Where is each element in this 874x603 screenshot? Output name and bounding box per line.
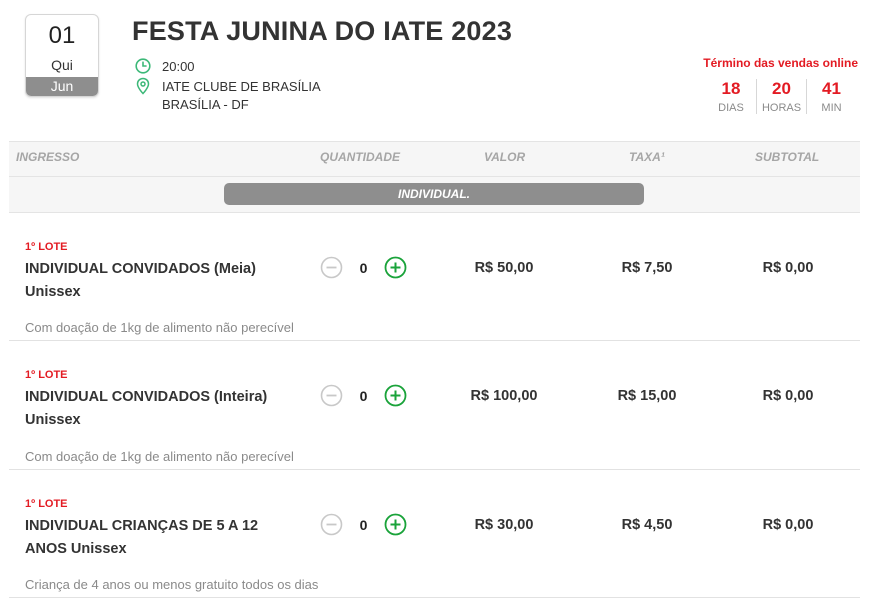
- event-city: BRASÍLIA - DF: [162, 97, 249, 112]
- countdown-hours-label: HORAS: [761, 102, 802, 114]
- ticket-note: Com doação de 1kg de alimento não perecí…: [25, 320, 294, 335]
- ticket-subtotal: R$ 0,00: [762, 517, 814, 533]
- countdown-days-label: DIAS: [718, 102, 744, 114]
- ticket-valor: R$ 100,00: [470, 388, 538, 404]
- countdown-minutes: 41 MIN: [806, 79, 856, 114]
- minus-circle-icon[interactable]: [320, 256, 343, 279]
- header-taxa: TAXA¹: [629, 150, 665, 164]
- countdown-minutes-value: 41: [822, 79, 841, 98]
- event-month: Jun: [26, 77, 98, 96]
- ticket-group-row: INDIVIDUAL.: [9, 177, 860, 213]
- ticket-row: 1º LOTE INDIVIDUAL CRIANÇAS DE 5 A 12 AN…: [9, 470, 860, 598]
- minus-circle-icon[interactable]: [320, 513, 343, 536]
- ticket-taxa: R$ 4,50: [621, 517, 673, 533]
- countdown-days: 18 DIAS: [706, 79, 756, 114]
- sales-end-label: Término das vendas online: [703, 56, 858, 70]
- ticket-valor: R$ 30,00: [474, 517, 534, 533]
- ticket-lote: 1º LOTE: [25, 498, 68, 510]
- plus-circle-icon[interactable]: [384, 513, 407, 536]
- ticket-lote: 1º LOTE: [25, 369, 68, 381]
- map-pin-icon: [134, 77, 152, 95]
- ticket-name: INDIVIDUAL CONVIDADOS (Meia) Unissex: [25, 261, 256, 300]
- header-valor: VALOR: [484, 150, 526, 164]
- quantity-stepper: 0: [320, 384, 407, 407]
- ticket-valor: R$ 50,00: [474, 260, 534, 276]
- event-time: 20:00: [162, 58, 195, 74]
- quantity-stepper: 0: [320, 513, 407, 536]
- event-title: FESTA JUNINA DO IATE 2023: [132, 16, 513, 46]
- event-day: 01: [48, 22, 76, 49]
- ticket-name: INDIVIDUAL CONVIDADOS (Inteira) Unissex: [25, 389, 268, 428]
- ticket-note: Com doação de 1kg de alimento não perecí…: [25, 449, 294, 464]
- ticket-subtotal: R$ 0,00: [762, 260, 814, 276]
- quantity-value: 0: [359, 259, 368, 276]
- countdown-days-value: 18: [721, 79, 741, 98]
- ticket-table-header: INGRESSO QUANTIDADE VALOR TAXA¹ SUBTOTAL: [9, 141, 860, 177]
- plus-circle-icon[interactable]: [384, 384, 407, 407]
- ticket-taxa: R$ 15,00: [617, 388, 677, 404]
- event-venue-row: IATE CLUBE DE BRASÍLIA: [134, 77, 321, 95]
- ticket-row: 1º LOTE INDIVIDUAL CONVIDADOS (Inteira) …: [9, 341, 860, 470]
- clock-icon: [134, 57, 152, 75]
- quantity-value: 0: [359, 516, 368, 533]
- ticket-group-label: INDIVIDUAL.: [224, 183, 644, 205]
- event-date-badge: 01 Qui Jun: [25, 14, 99, 97]
- ticket-taxa: R$ 7,50: [621, 260, 673, 276]
- ticket-lote: 1º LOTE: [25, 241, 68, 253]
- header-quantidade: QUANTIDADE: [320, 150, 400, 164]
- ticket-subtotal: R$ 0,00: [762, 388, 814, 404]
- event-weekday: Qui: [51, 57, 73, 73]
- ticket-note: Criança de 4 anos ou menos gratuito todo…: [25, 577, 319, 592]
- minus-circle-icon[interactable]: [320, 384, 343, 407]
- plus-circle-icon[interactable]: [384, 256, 407, 279]
- countdown-hours: 20 HORAS: [756, 79, 806, 114]
- ticket-name: INDIVIDUAL CRIANÇAS DE 5 A 12 ANOS Uniss…: [25, 518, 259, 557]
- quantity-value: 0: [359, 387, 368, 404]
- event-time-row: 20:00: [134, 57, 195, 75]
- countdown-minutes-label: MIN: [821, 102, 842, 114]
- event-venue: IATE CLUBE DE BRASÍLIA: [162, 78, 321, 94]
- countdown-hours-value: 20: [772, 79, 791, 98]
- ticket-row: 1º LOTE INDIVIDUAL CONVIDADOS (Meia) Uni…: [9, 213, 860, 341]
- header-ingresso: INGRESSO: [16, 150, 80, 164]
- header-subtotal: SUBTOTAL: [755, 150, 820, 164]
- sales-countdown: 18 DIAS 20 HORAS 41 MIN: [706, 79, 856, 114]
- quantity-stepper: 0: [320, 256, 407, 279]
